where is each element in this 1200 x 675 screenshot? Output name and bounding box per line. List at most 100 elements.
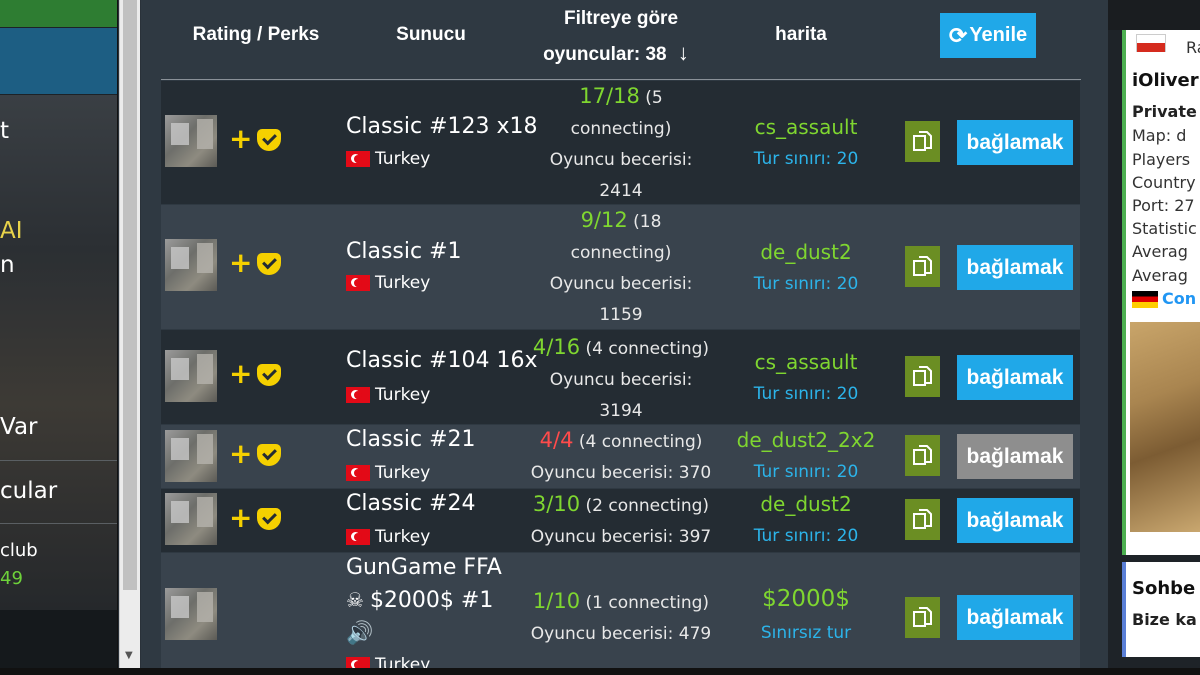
col-map[interactable]: harita [766, 24, 836, 46]
page-scrollbar[interactable]: ▼ [119, 0, 140, 675]
sort-arrow-icon[interactable]: ↓ [678, 40, 689, 65]
round-limit: Tur sınırı: 20 [753, 149, 859, 169]
skill-label: Oyuncu becerisi: [549, 150, 693, 170]
scroll-down-arrow-icon[interactable]: ▼ [125, 650, 133, 661]
server-country: Turkey [346, 385, 430, 405]
server-name[interactable]: Classic #24 [346, 491, 476, 516]
server-row[interactable]: + Classic #123 x18 Turkey 17/18 (5 conne… [161, 81, 1080, 204]
col-players-line1[interactable]: Filtreye göre [531, 8, 711, 30]
player-info: 3/10 (2 connecting) Oyuncu becerisi: 397 [525, 489, 717, 553]
left-sidebar: t AI n Var cular club 49 [0, 0, 118, 675]
connect-button[interactable]: bağlamak [957, 498, 1073, 543]
player-count-current: 1 [532, 589, 547, 613]
server-row[interactable]: + Classic #1 Turkey 9/12 (18 connecting)… [161, 205, 1080, 329]
round-limit: Tur sınırı: 20 [753, 384, 859, 404]
country-name: Turkey [375, 655, 431, 668]
round-limit: Tur sınırı: 20 [753, 462, 859, 482]
player-count-max: 10 [553, 589, 581, 613]
detail-average-1: Averag [1132, 242, 1188, 261]
server-country: Turkey [346, 463, 430, 483]
copy-address-button[interactable] [905, 246, 940, 287]
map-preview-image [1130, 322, 1200, 532]
player-info: 9/12 (18 connecting) Oyuncu becerisi: 11… [536, 205, 706, 331]
plus-perk-icon: + [229, 437, 253, 470]
map-thumbnail [165, 350, 217, 402]
chat-subtitle: Bize ka [1132, 610, 1197, 629]
skull-icon: ☠ [346, 588, 364, 612]
detail-port: Port: 27 [1132, 196, 1195, 215]
server-row[interactable]: + Classic #104 16x Turkey 4/16 (4 connec… [161, 330, 1080, 424]
plus-perk-icon: + [229, 122, 253, 155]
connect-button[interactable]: bağlamak [957, 355, 1073, 400]
col-players[interactable]: oyuncular: 38 ↓ [536, 40, 696, 66]
server-name-line1[interactable]: GunGame FFA [346, 555, 502, 580]
sidebar-green-banner[interactable] [0, 0, 117, 27]
server-name[interactable]: Classic #104 16x [346, 348, 538, 373]
player-count-current: 9 [580, 208, 594, 232]
server-list: Rating / Perks Sunucu Filtreye göre oyun… [141, 0, 1108, 668]
skill-line: Oyuncu becerisi: 479 [530, 624, 712, 644]
sidebar-item-ai[interactable]: AI [0, 218, 23, 244]
sidebar-item-cular[interactable]: cular [0, 478, 57, 504]
country-name: Turkey [375, 149, 431, 169]
round-limit: Tur sınırı: 20 [753, 526, 859, 546]
player-info: 17/18 (5 connecting) Oyuncu becerisi: 24… [536, 81, 706, 207]
skill-line: Oyuncu becerisi: 397 [530, 527, 712, 547]
detail-country: Country [1132, 173, 1196, 192]
detail-connect-link[interactable]: Con [1132, 289, 1196, 308]
player-count-current: 3 [532, 492, 547, 516]
map-name: de_dust2 [760, 492, 852, 516]
connecting-count: (4 connecting) [578, 432, 703, 452]
bottom-bar [0, 668, 1200, 675]
shield-perk-icon [257, 129, 281, 151]
copy-address-button[interactable] [905, 356, 940, 397]
player-count-max: 12 [601, 208, 628, 232]
sidebar-item-1[interactable]: t [0, 118, 9, 144]
sidebar-background-image [0, 95, 117, 610]
server-name[interactable]: Classic #123 x18 [346, 114, 538, 139]
copy-address-button[interactable] [905, 597, 940, 638]
server-row[interactable]: GunGame FFA ☠ $2000$ #1 🔊 Turkey 1/10 (1 … [161, 553, 1080, 668]
detail-private: Private [1132, 102, 1197, 121]
country-name: Turkey [375, 527, 431, 547]
server-row[interactable]: + Classic #24 Turkey 3/10 (2 connecting)… [161, 489, 1080, 552]
server-country: Turkey [346, 273, 430, 293]
player-info: 4/4 (4 connecting) Oyuncu becerisi: 370 [525, 425, 717, 489]
russia-flag-icon [1136, 34, 1166, 52]
map-thumbnail [165, 588, 217, 640]
player-count-current: 4 [532, 335, 547, 359]
shield-perk-icon [257, 253, 281, 275]
sidebar-active-item[interactable] [0, 28, 117, 94]
scrollbar-thumb[interactable] [123, 0, 137, 590]
copy-icon [912, 365, 932, 386]
server-name[interactable]: Classic #1 [346, 239, 462, 264]
copy-address-button[interactable] [905, 499, 940, 540]
map-name: de_dust2 [760, 240, 852, 264]
server-name[interactable]: Classic #21 [346, 427, 476, 452]
sidebar-club-label[interactable]: club [0, 540, 38, 561]
server-row[interactable]: + Classic #21 Turkey 4/4 (4 connecting) … [161, 425, 1080, 488]
sidebar-item-war[interactable]: Var [0, 414, 38, 440]
copy-icon [912, 130, 932, 151]
turkey-flag-icon [346, 657, 370, 668]
skill-value: 3194 [599, 401, 643, 421]
copy-address-button[interactable] [905, 435, 940, 476]
connect-button[interactable]: bağlamak [957, 595, 1073, 640]
sidebar-item-3[interactable]: n [0, 252, 15, 278]
connecting-count: (1 connecting) [585, 593, 710, 613]
server-name-line2[interactable]: ☠ $2000$ #1 [346, 588, 493, 613]
map-name: cs_assault [754, 115, 858, 139]
detail-title: iOliver [1132, 70, 1199, 91]
col-server[interactable]: Sunucu [391, 24, 471, 46]
server-country: Turkey [346, 149, 430, 169]
connect-button[interactable]: bağlamak [957, 434, 1073, 479]
connect-button[interactable]: bağlamak [957, 120, 1073, 165]
skill-value: 1159 [599, 305, 643, 325]
copy-address-button[interactable] [905, 121, 940, 162]
player-count-current: 4 [539, 428, 553, 452]
connect-button[interactable]: bağlamak [957, 245, 1073, 290]
shield-perk-icon [257, 444, 281, 466]
player-info: 4/16 (4 connecting) Oyuncu becerisi: 319… [525, 332, 717, 427]
player-count-max: 18 [613, 84, 640, 108]
refresh-button[interactable]: ⟳ Yenile [940, 13, 1036, 58]
